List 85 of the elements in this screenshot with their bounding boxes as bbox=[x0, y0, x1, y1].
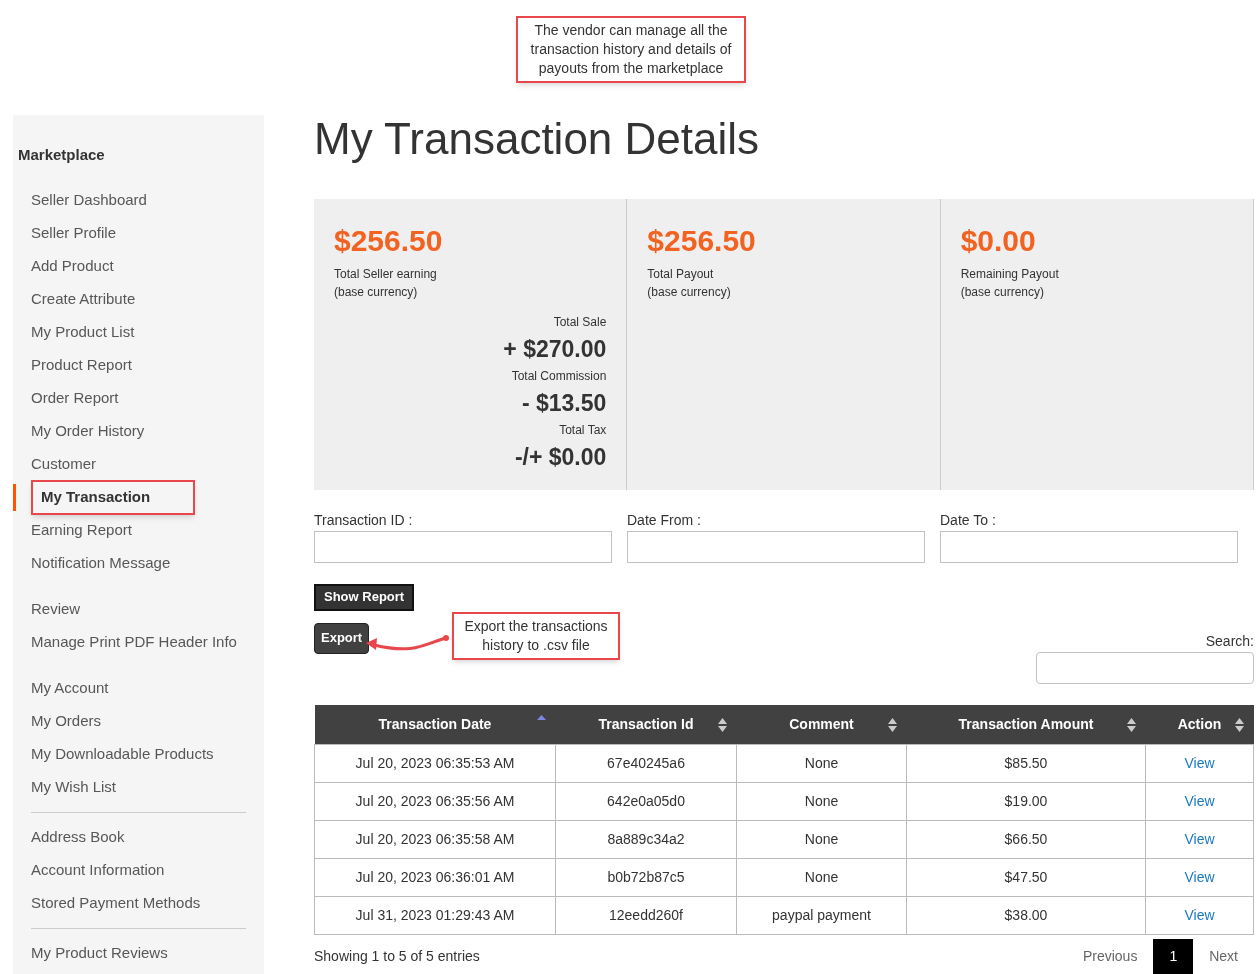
view-link[interactable]: View bbox=[1184, 831, 1215, 847]
field-label: Transaction ID : bbox=[314, 510, 414, 530]
sidebar-item[interactable]: Order Report bbox=[31, 387, 119, 410]
table-cell: None bbox=[736, 744, 907, 783]
pagination-link[interactable]: Next bbox=[1193, 939, 1254, 974]
sidebar-item[interactable]: My Product Reviews bbox=[31, 942, 168, 965]
sidebar-item[interactable]: My Account bbox=[31, 677, 109, 700]
column-header[interactable]: Action bbox=[1145, 704, 1254, 745]
callout-note: The vendor can manage all the transaction history and details of payouts from the marketplace bbox=[516, 16, 746, 83]
sidebar-item[interactable]: My Transaction bbox=[31, 480, 195, 515]
table-cell: None bbox=[736, 782, 907, 821]
column-header[interactable]: Transaction Amount bbox=[906, 704, 1146, 745]
amount-note: (base currency) bbox=[647, 283, 732, 301]
callout-note: Export the transactions history to .csv file bbox=[452, 612, 620, 660]
sidebar-item[interactable]: Address Book bbox=[31, 826, 125, 849]
table-cell: Jul 20, 2023 06:35:53 AM bbox=[314, 744, 556, 783]
field-label: Date From : bbox=[627, 510, 702, 530]
amount-label: Total Payout bbox=[647, 265, 715, 283]
table-cell: paypal payment bbox=[736, 896, 907, 935]
sidebar-item[interactable]: My Order History bbox=[31, 420, 145, 443]
table-cell: 8a889c34a2 bbox=[555, 820, 737, 859]
sidebar-item[interactable]: Seller Profile bbox=[31, 222, 117, 245]
sidebar-item[interactable]: Create Attribute bbox=[31, 288, 136, 311]
table-cell: None bbox=[736, 820, 907, 859]
sidebar-item[interactable]: My Downloadable Products bbox=[31, 743, 214, 766]
table-cell: 12eedd260f bbox=[555, 896, 737, 935]
table-cell: Jul 20, 2023 06:35:56 AM bbox=[314, 782, 556, 821]
amount: $256.50 bbox=[647, 222, 757, 259]
pagination-link[interactable]: 1 bbox=[1153, 939, 1194, 974]
table-cell: Jul 20, 2023 06:35:58 AM bbox=[314, 820, 556, 859]
amount-label: Total Seller earning bbox=[334, 265, 438, 283]
breakdown-label: Total Sale bbox=[553, 313, 607, 331]
column-header[interactable]: Comment bbox=[736, 704, 907, 745]
table-cell: $66.50 bbox=[906, 820, 1146, 859]
export-button[interactable]: Export bbox=[314, 622, 370, 654]
show-report-button[interactable]: Show Report bbox=[314, 583, 415, 611]
amount-label: Remaining Payout bbox=[960, 265, 1060, 283]
table-cell: Jul 31, 2023 01:29:43 AM bbox=[314, 896, 556, 935]
breakdown-label: Total Tax bbox=[559, 421, 607, 439]
column-header[interactable]: Transaction Id bbox=[555, 704, 737, 745]
breakdown-value: + $270.00 bbox=[503, 334, 607, 364]
amount: $0.00 bbox=[960, 222, 1037, 259]
input-field[interactable] bbox=[940, 530, 1238, 563]
table-cell: None bbox=[736, 858, 907, 897]
table-cell: $85.50 bbox=[906, 744, 1146, 783]
amount: $256.50 bbox=[334, 222, 444, 259]
input-field[interactable] bbox=[627, 530, 925, 563]
search-field[interactable] bbox=[1036, 651, 1254, 684]
breakdown-value: -/+ $0.00 bbox=[514, 442, 607, 472]
sidebar-item[interactable]: Stored Payment Methods bbox=[31, 892, 201, 915]
sidebar-item[interactable]: Product Report bbox=[31, 354, 132, 377]
sidebar-heading: Marketplace bbox=[17, 145, 106, 165]
view-link[interactable]: View bbox=[1184, 869, 1215, 885]
sidebar-item[interactable]: Add Product bbox=[31, 255, 114, 278]
view-link[interactable]: View bbox=[1184, 755, 1215, 771]
sidebar-item[interactable]: Manage Print PDF Header Info bbox=[31, 631, 237, 654]
amount-note: (base currency) bbox=[960, 283, 1046, 301]
table-cell: b0b72b87c5 bbox=[555, 858, 737, 897]
view-link[interactable]: View bbox=[1184, 907, 1215, 923]
sidebar-item[interactable]: Review bbox=[31, 598, 81, 621]
sidebar-item[interactable]: My Orders bbox=[31, 710, 101, 733]
sidebar-item[interactable]: Notification Message bbox=[31, 552, 171, 575]
breakdown-label: Total Commission bbox=[511, 367, 607, 385]
sidebar-item[interactable]: Earning Report bbox=[31, 519, 132, 542]
sidebar-item[interactable]: Seller Dashboard bbox=[31, 189, 147, 212]
table-cell: 642e0a05d0 bbox=[555, 782, 737, 821]
table-cell: Jul 20, 2023 06:36:01 AM bbox=[314, 858, 556, 897]
entries-info: Showing 1 to 5 of 5 entries bbox=[314, 947, 480, 966]
sidebar-item[interactable]: My Product List bbox=[31, 321, 135, 344]
sidebar-item[interactable]: Customer bbox=[31, 453, 97, 476]
input-field[interactable] bbox=[314, 530, 612, 563]
table-cell: 67e40245a6 bbox=[555, 744, 737, 783]
column-header[interactable]: Transaction Date bbox=[314, 704, 556, 745]
sidebar-item[interactable]: My Wish List bbox=[31, 776, 116, 799]
sidebar-item[interactable]: Account Information bbox=[31, 859, 165, 882]
table-cell: $47.50 bbox=[906, 858, 1146, 897]
table-cell: $19.00 bbox=[906, 782, 1146, 821]
table-cell: $38.00 bbox=[906, 896, 1146, 935]
search-label: Search: bbox=[1205, 631, 1254, 651]
pagination-link[interactable]: Previous bbox=[1066, 939, 1154, 974]
page-title: My Transaction Details bbox=[314, 115, 761, 165]
breakdown-value: - $13.50 bbox=[521, 388, 607, 418]
amount-note: (base currency) bbox=[334, 283, 419, 301]
view-link[interactable]: View bbox=[1184, 793, 1215, 809]
field-label: Date To : bbox=[940, 510, 997, 530]
